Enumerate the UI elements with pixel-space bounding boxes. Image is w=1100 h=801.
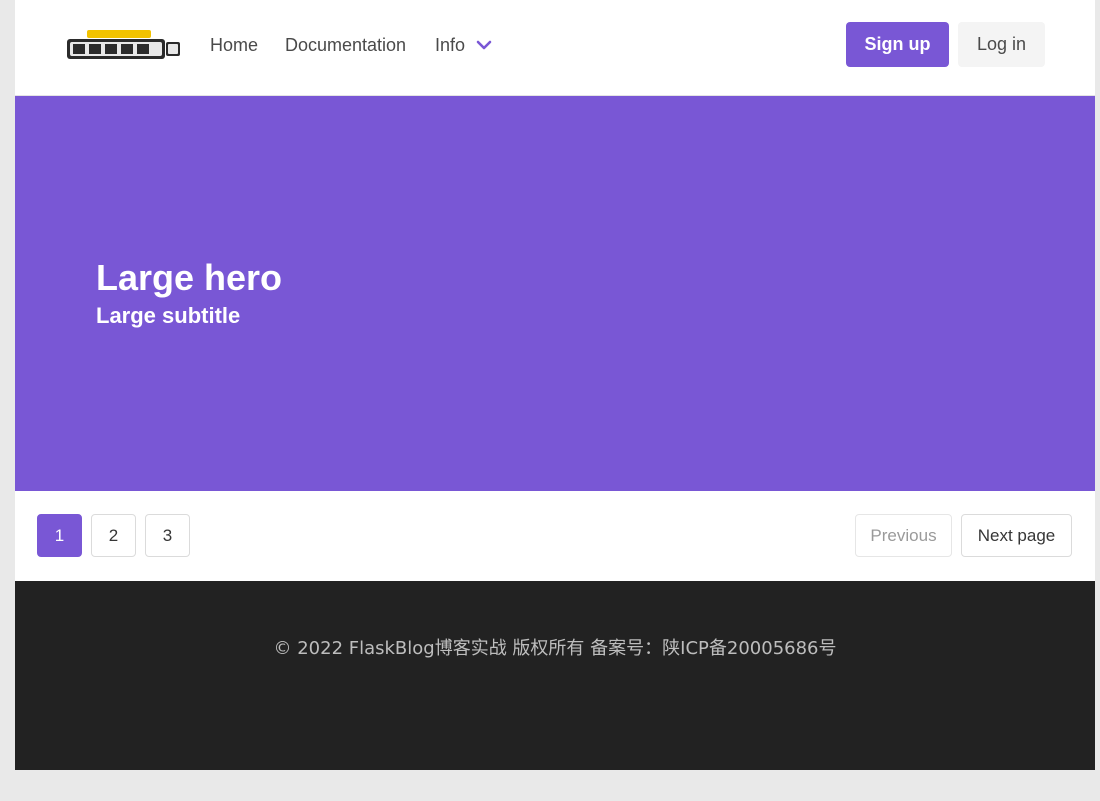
- next-page-button[interactable]: Next page: [961, 514, 1072, 557]
- login-button[interactable]: Log in: [958, 22, 1045, 67]
- footer-copyright: © 2022 FlaskBlog博客实战 版权所有 备案号：陕ICP备20005…: [273, 638, 837, 659]
- page-link-2[interactable]: 2: [91, 514, 136, 557]
- signup-button-label: Sign up: [864, 34, 931, 54]
- hero-subtitle: Large subtitle: [96, 303, 241, 328]
- nav-item-label: Info: [435, 35, 466, 55]
- signup-button[interactable]: Sign up: [846, 22, 949, 67]
- nav-item-label: Home: [210, 35, 259, 55]
- nav-item-label: Documentation: [285, 35, 407, 55]
- page-container: Home Documentation Info Sign up Log in L…: [15, 0, 1095, 770]
- navbar: Home Documentation Info Sign up Log in: [15, 0, 1095, 96]
- page-link-3[interactable]: 3: [145, 514, 190, 557]
- chevron-down-icon: [475, 36, 493, 54]
- nav-item-documentation[interactable]: Documentation: [285, 33, 406, 57]
- page-link-1[interactable]: 1: [37, 514, 82, 557]
- previous-page-button[interactable]: Previous: [855, 514, 952, 557]
- nav-item-home[interactable]: Home: [210, 33, 258, 57]
- hero-title: Large hero: [96, 257, 283, 298]
- footer: © 2022 FlaskBlog博客实战 版权所有 备案号：陕ICP备20005…: [15, 581, 1095, 770]
- nav-item-info-dropdown[interactable]: Info: [435, 33, 493, 57]
- pagination: 1 2 3 Previous Next page: [15, 491, 1095, 581]
- hero-section: Large hero Large subtitle: [15, 96, 1095, 491]
- login-button-label: Log in: [976, 34, 1027, 54]
- brand-logo-graphic: [67, 30, 180, 59]
- brand-logo-icon[interactable]: [67, 28, 181, 62]
